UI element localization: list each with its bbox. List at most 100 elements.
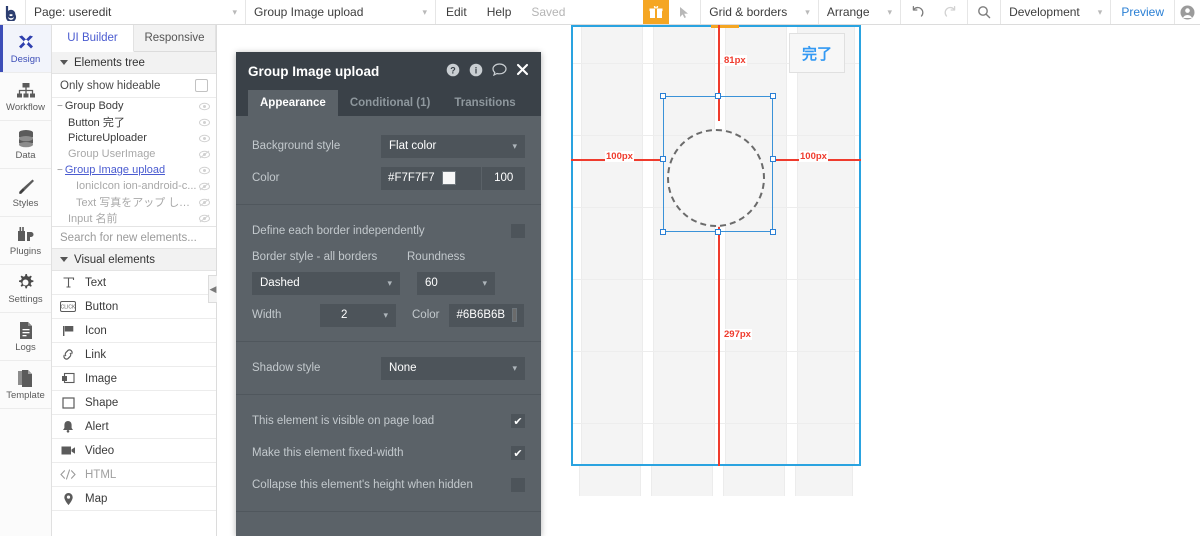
- resize-handle-top-center[interactable]: [715, 93, 721, 99]
- element-selector[interactable]: Group Image upload ▾: [246, 0, 436, 24]
- version-selector[interactable]: Development ▾: [1000, 0, 1112, 24]
- tab-transitions[interactable]: Transitions: [442, 90, 527, 116]
- search-new-elements-input[interactable]: Search for new elements...: [52, 227, 216, 249]
- collapse-height-checkbox[interactable]: [511, 478, 525, 492]
- visual-elements-header[interactable]: Visual elements: [52, 249, 216, 271]
- sidebar-item-settings[interactable]: Settings: [0, 265, 51, 313]
- sidebar-item-template[interactable]: Template: [0, 361, 51, 409]
- visual-element-html[interactable]: HTML: [52, 463, 216, 487]
- measure-label-bottom: 297px: [723, 329, 752, 340]
- grid-borders-menu[interactable]: Grid & borders ▾: [700, 0, 819, 24]
- eye-icon[interactable]: [199, 102, 210, 111]
- color-opacity-field[interactable]: 100: [481, 166, 525, 190]
- search-icon[interactable]: [967, 0, 1000, 24]
- border-color-swatch[interactable]: [512, 308, 518, 322]
- tree-node-ionicicon[interactable]: IonicIcon ion-android-c...: [52, 178, 216, 194]
- page-selector[interactable]: Page: useredit ▾: [26, 0, 246, 24]
- visual-element-text[interactable]: Text: [52, 271, 216, 295]
- resize-handle-middle-right[interactable]: [770, 156, 776, 162]
- tab-ui-builder[interactable]: UI Builder: [52, 25, 134, 52]
- eye-off-icon[interactable]: [199, 214, 210, 223]
- color-swatch[interactable]: [441, 171, 456, 185]
- tab-responsive[interactable]: Responsive: [134, 25, 216, 51]
- border-style-select[interactable]: Dashed ▾: [252, 271, 400, 295]
- grid-borders-label: Grid & borders: [709, 5, 788, 19]
- roundness-select[interactable]: 60 ▾: [417, 271, 495, 295]
- only-show-hideable-checkbox[interactable]: [195, 79, 208, 92]
- resize-handle-middle-left[interactable]: [660, 156, 666, 162]
- comment-bubble-icon[interactable]: [492, 63, 507, 79]
- info-circle-icon[interactable]: i: [469, 63, 483, 80]
- tree-node-pictureuploader[interactable]: PictureUploader: [52, 130, 216, 146]
- tab-appearance[interactable]: Appearance: [248, 90, 338, 116]
- resize-handle-bottom-left[interactable]: [660, 229, 666, 235]
- resize-handle-bottom-center[interactable]: [715, 229, 721, 235]
- visual-element-video[interactable]: Video: [52, 439, 216, 463]
- border-width-select[interactable]: 2 ▾: [320, 303, 396, 327]
- page-boundary: [571, 25, 861, 466]
- close-icon[interactable]: [516, 63, 529, 79]
- resize-handle-top-right[interactable]: [770, 93, 776, 99]
- sidebar-item-data[interactable]: Data: [0, 121, 51, 169]
- arrange-menu[interactable]: Arrange ▾: [819, 0, 902, 24]
- visual-element-alert[interactable]: Alert: [52, 415, 216, 439]
- visual-element-shape[interactable]: Shape: [52, 391, 216, 415]
- video-camera-icon: [60, 445, 76, 456]
- visual-elements-list: Text CLICK Button Icon Link Image Shape …: [52, 271, 216, 536]
- tab-conditional[interactable]: Conditional (1): [338, 90, 443, 116]
- help-menu[interactable]: Help: [477, 0, 522, 24]
- background-style-select[interactable]: Flat color ▾: [381, 134, 525, 158]
- eye-off-icon[interactable]: [199, 198, 210, 207]
- visual-element-icon[interactable]: Icon: [52, 319, 216, 343]
- visual-element-label: Button: [85, 300, 119, 313]
- tree-node-group-userimage[interactable]: Group UserImage: [52, 146, 216, 162]
- eye-icon[interactable]: [199, 134, 210, 143]
- page-canvas[interactable]: 81px 100px 100px 297px 完了: [541, 25, 1200, 536]
- canvas-done-button[interactable]: 完了: [789, 33, 845, 73]
- tree-node-input-name[interactable]: Input 名前: [52, 210, 216, 226]
- eye-off-icon[interactable]: [199, 150, 210, 159]
- resize-handle-top-left[interactable]: [660, 93, 666, 99]
- undo-icon[interactable]: [901, 0, 934, 24]
- bubble-logo-icon[interactable]: [0, 0, 26, 24]
- sidebar-item-design[interactable]: Design: [0, 25, 51, 73]
- sidebar-item-logs[interactable]: Logs: [0, 313, 51, 361]
- collapse-panel-arrow-icon[interactable]: ◀: [208, 275, 217, 303]
- eye-icon[interactable]: [199, 166, 210, 175]
- eye-icon[interactable]: [199, 118, 210, 127]
- fixed-width-checkbox[interactable]: ✔: [511, 446, 525, 460]
- only-show-hideable-row[interactable]: Only show hideable: [52, 74, 216, 98]
- eye-off-icon[interactable]: [199, 182, 210, 191]
- user-avatar-icon[interactable]: [1174, 0, 1200, 24]
- border-width-value: 2: [341, 309, 348, 321]
- redo-icon[interactable]: [934, 0, 967, 24]
- tree-node-button-done[interactable]: Button 完了: [52, 114, 216, 130]
- visual-element-link[interactable]: Link: [52, 343, 216, 367]
- visual-element-button[interactable]: CLICK Button: [52, 295, 216, 319]
- elements-tree-header[interactable]: Elements tree: [52, 52, 216, 74]
- visible-on-load-checkbox[interactable]: ✔: [511, 414, 525, 428]
- preview-button[interactable]: Preview: [1111, 0, 1174, 24]
- cursor-arrow-icon[interactable]: [669, 0, 700, 24]
- tree-node-group-image-upload[interactable]: − Group Image upload: [52, 162, 216, 178]
- expand-collapse-icon[interactable]: −: [54, 101, 65, 112]
- sidebar-item-plugins[interactable]: Plugins: [0, 217, 51, 265]
- resize-handle-bottom-right[interactable]: [770, 229, 776, 235]
- gift-icon[interactable]: [643, 0, 670, 24]
- tree-node-text-upload[interactable]: Text 写真をアップ して...: [52, 194, 216, 210]
- border-color-hex-field[interactable]: #6B6B6B: [449, 303, 525, 327]
- help-circle-icon[interactable]: ?: [446, 63, 460, 80]
- chevron-down-icon: ▾: [482, 277, 487, 288]
- define-each-border-checkbox[interactable]: [511, 224, 525, 238]
- visual-element-image[interactable]: Image: [52, 367, 216, 391]
- chevron-down-icon: ▾: [387, 277, 392, 288]
- sidebar-item-styles[interactable]: Styles: [0, 169, 51, 217]
- visual-element-map[interactable]: Map: [52, 487, 216, 511]
- expand-collapse-icon[interactable]: −: [54, 165, 65, 176]
- border-color-label: Color: [412, 309, 440, 321]
- sidebar-item-workflow[interactable]: Workflow: [0, 73, 51, 121]
- edit-menu[interactable]: Edit: [436, 0, 477, 24]
- color-hex-field[interactable]: #F7F7F7: [381, 166, 482, 190]
- shadow-style-select[interactable]: None ▾: [381, 356, 525, 380]
- tree-node-group-body[interactable]: − Group Body: [52, 98, 216, 114]
